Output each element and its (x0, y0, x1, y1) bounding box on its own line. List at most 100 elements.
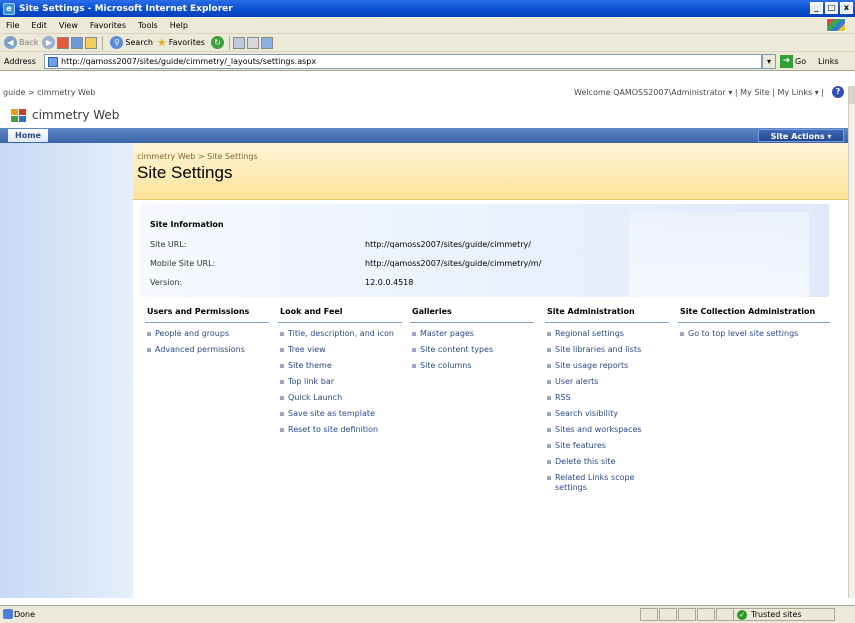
link-site-columns[interactable]: Site columns (410, 361, 534, 371)
home-icon[interactable] (85, 36, 98, 49)
link-site-content-types[interactable]: Site content types (410, 345, 534, 355)
security-zone[interactable]: ✓ Trusted sites (733, 608, 835, 621)
back-label: Back (19, 38, 39, 47)
section-heading: Site Collection Administration (678, 306, 830, 323)
site-url-value: http://qamoss2007/sites/guide/cimmetry/ (365, 240, 531, 249)
history-icon[interactable]: ↻ (210, 36, 224, 49)
address-dropdown-button[interactable]: ▾ (762, 54, 776, 69)
window-title: Site Settings - Microsoft Internet Explo… (19, 3, 233, 14)
link-site-theme[interactable]: Site theme (278, 361, 402, 371)
look-and-feel-section: Look and Feel Title, description, and ic… (278, 306, 402, 441)
page-breadcrumb[interactable]: cimmetry Web > Site Settings (137, 152, 258, 161)
link-sites-and-workspaces[interactable]: Sites and workspaces (545, 425, 669, 435)
section-heading: Galleries (410, 306, 534, 323)
left-navigation (0, 143, 133, 598)
scrollbar-thumb[interactable] (849, 86, 855, 104)
menu-favorites[interactable]: Favorites (90, 21, 126, 30)
page-header: cimmetry Web > Site Settings Site Settin… (133, 143, 848, 200)
galleries-section: Galleries Master pages Site content type… (410, 306, 534, 377)
link-quick-launch[interactable]: Quick Launch (278, 393, 402, 403)
toolbar-separator (102, 35, 104, 50)
menu-file[interactable]: File (6, 21, 19, 30)
link-go-to-top-level-site-settings[interactable]: Go to top level site settings (678, 329, 830, 339)
help-icon[interactable]: ? (832, 86, 844, 98)
status-text: Done (14, 610, 36, 619)
link-search-visibility[interactable]: Search visibility (545, 409, 669, 419)
welcome-menu[interactable]: Welcome QAMOSS2007\Administrator ▾ | My … (574, 88, 824, 97)
link-advanced-permissions[interactable]: Advanced permissions (145, 345, 269, 355)
go-button[interactable]: ➜ Go (780, 55, 806, 68)
favorites-button[interactable]: ★ Favorites (157, 36, 205, 49)
window-title-bar: e Site Settings - Microsoft Internet Exp… (0, 0, 855, 17)
refresh-icon[interactable] (71, 36, 84, 49)
address-url: http://qamoss2007/sites/guide/cimmetry/_… (61, 57, 317, 66)
link-delete-this-site[interactable]: Delete this site (545, 457, 669, 467)
maximize-button[interactable]: □ (825, 2, 838, 14)
link-rss[interactable]: RSS (545, 393, 669, 403)
link-top-link-bar[interactable]: Top link bar (278, 377, 402, 387)
search-label: Search (125, 38, 153, 47)
search-button[interactable]: ⚲ Search (110, 36, 153, 49)
page-icon (48, 56, 58, 67)
link-site-features[interactable]: Site features (545, 441, 669, 451)
site-title-area: cimmetry Web (0, 104, 848, 128)
links-button[interactable]: Links (818, 57, 839, 66)
site-title[interactable]: cimmetry Web (32, 108, 119, 122)
sharepoint-global-bar: guide > cimmetry Web Welcome QAMOSS2007\… (0, 86, 848, 102)
menu-help[interactable]: Help (170, 21, 188, 30)
trusted-check-icon: ✓ (737, 609, 747, 620)
print-icon[interactable] (246, 36, 259, 49)
link-reset-to-site-definition[interactable]: Reset to site definition (278, 425, 402, 435)
site-url-label: Site URL: (150, 240, 187, 249)
link-regional-settings[interactable]: Regional settings (545, 329, 669, 339)
back-button[interactable]: ◀ Back (4, 36, 38, 49)
link-master-pages[interactable]: Master pages (410, 329, 534, 339)
forward-button[interactable]: ▶ (42, 36, 57, 49)
link-user-alerts[interactable]: User alerts (545, 377, 669, 387)
link-save-site-as-template[interactable]: Save site as template (278, 409, 402, 419)
site-administration-section: Site Administration Regional settings Si… (545, 306, 669, 499)
section-heading: Site Administration (545, 306, 669, 323)
link-people-and-groups[interactable]: People and groups (145, 329, 269, 339)
vertical-scrollbar[interactable] (848, 86, 855, 598)
link-tree-view[interactable]: Tree view (278, 345, 402, 355)
favorites-label: Favorites (168, 38, 205, 47)
go-label: Go (795, 57, 807, 66)
close-button[interactable]: x (840, 2, 853, 14)
users-and-permissions-section: Users and Permissions People and groups … (145, 306, 269, 361)
address-bar: Address http://qamoss2007/sites/guide/ci… (0, 52, 855, 71)
link-site-usage-reports[interactable]: Site usage reports (545, 361, 669, 371)
menu-view[interactable]: View (59, 21, 78, 30)
section-heading: Look and Feel (278, 306, 402, 323)
address-input[interactable]: http://qamoss2007/sites/guide/cimmetry/_… (44, 54, 762, 69)
menu-bar: File Edit View Favorites Tools Help (0, 17, 855, 34)
global-breadcrumb[interactable]: guide > cimmetry Web (3, 88, 95, 97)
search-icon: ⚲ (110, 36, 124, 49)
site-actions-button[interactable]: Site Actions ▾ (758, 129, 844, 142)
stop-icon[interactable] (57, 36, 70, 49)
windows-logo-icon (826, 18, 846, 32)
menu-edit[interactable]: Edit (31, 21, 47, 30)
main-content: Site Information Site URL: http://qamoss… (133, 200, 848, 598)
status-cell (697, 608, 715, 621)
address-label: Address (4, 56, 36, 66)
menu-tools[interactable]: Tools (138, 21, 158, 30)
site-information-heading: Site Information (150, 220, 224, 229)
status-cell (678, 608, 696, 621)
link-related-links-scope-settings[interactable]: Related Links scope settings (545, 473, 645, 493)
link-title-description-icon[interactable]: Title, description, and icon (278, 329, 402, 339)
status-cell (640, 608, 658, 621)
edit-icon[interactable] (260, 36, 273, 49)
tab-home[interactable]: Home (8, 129, 48, 142)
toolbar-separator (228, 35, 230, 50)
site-collection-administration-section: Site Collection Administration Go to top… (678, 306, 830, 345)
forward-arrow-icon: ▶ (42, 36, 56, 49)
back-arrow-icon: ◀ (4, 36, 17, 49)
version-value: 12.0.0.4518 (365, 278, 414, 287)
page-title: Site Settings (137, 163, 233, 182)
status-cell (659, 608, 677, 621)
mail-icon[interactable] (232, 36, 245, 49)
link-site-libraries-and-lists[interactable]: Site libraries and lists (545, 345, 669, 355)
minimize-button[interactable]: _ (810, 2, 823, 14)
top-navigation: Home Site Actions ▾ (0, 128, 848, 143)
